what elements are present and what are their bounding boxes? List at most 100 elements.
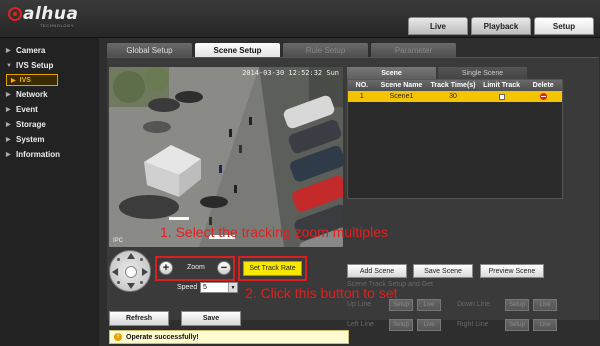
table-header: NO. Scene Name Track Time(s) Limit Track… — [348, 80, 562, 91]
sidebar-item-ivs-setup[interactable]: ▼ IVS Setup — [0, 58, 99, 73]
left-line-live-button[interactable]: Live — [417, 319, 441, 331]
left-line-setup-button[interactable]: Setup — [389, 319, 413, 331]
column-header: Scene Name — [380, 82, 423, 89]
arrow-up-left-icon[interactable] — [117, 258, 120, 261]
sidebar-item-storage[interactable]: ▶ Storage — [0, 117, 99, 132]
info-icon: ! — [114, 333, 122, 341]
video-camera-label: IPC — [113, 238, 124, 244]
sidebar-item-event[interactable]: ▶ Event — [0, 102, 99, 117]
right-line-live-button[interactable]: Live — [533, 319, 557, 331]
camera-scene-image — [109, 67, 343, 247]
cell-no: 1 — [359, 93, 364, 100]
status-text: Operate successfully! — [126, 333, 199, 341]
app-header: alhua TECHNOLOGY Live Playback Setup — [0, 0, 600, 38]
tab-playback[interactable]: Playback — [471, 17, 531, 35]
tab-rule-setup[interactable]: Rule Setup — [283, 43, 368, 57]
top-nav: Live Playback Setup — [408, 17, 594, 35]
right-line-label: Right Line — [457, 321, 489, 328]
scene-setup-panel: 2014-03-30 12:52:32 Sun IPC + Zoom − Set… — [107, 57, 599, 331]
tab-setup[interactable]: Setup — [534, 17, 594, 35]
sidebar-item-ivs[interactable]: ▶ IVS — [6, 74, 58, 86]
brand-tagline: TECHNOLOGY — [40, 23, 75, 28]
chevron-right-icon: ▶ — [6, 122, 11, 128]
zoom-label: Zoom — [187, 264, 205, 271]
down-line-live-button[interactable]: Live — [533, 299, 557, 311]
column-header: NO. — [355, 82, 369, 89]
arrow-down-icon[interactable] — [127, 283, 135, 289]
chevron-down-icon: ▼ — [6, 62, 12, 69]
chevron-right-icon: ▶ — [11, 77, 16, 84]
refresh-button[interactable]: Refresh — [109, 311, 169, 326]
preview-scene-button[interactable]: Preview Scene — [480, 264, 544, 278]
chevron-right-icon: ▶ — [6, 48, 11, 54]
up-line-label: Up Line — [347, 301, 372, 308]
zoom-in-button[interactable]: + — [159, 261, 173, 275]
add-scene-button[interactable]: Add Scene — [347, 264, 407, 278]
tab-parameter[interactable]: Parameter — [371, 43, 456, 57]
sidebar-item-label: IVS Setup — [16, 61, 54, 70]
down-line-setup-button[interactable]: Setup — [505, 299, 529, 311]
scene-tabs: Scene Single Scene — [347, 67, 527, 79]
footer-actions: Refresh Save — [109, 311, 241, 326]
arrow-up-right-icon[interactable] — [140, 258, 143, 261]
sidebar: ▶ Camera ▼ IVS Setup ▶ IVS ▶ Network ▶ Event … — [0, 38, 99, 346]
annotation-step-1: 1. Select the tracking zoom multiples — [160, 224, 388, 240]
tab-live[interactable]: Live — [408, 17, 468, 35]
video-timestamp: 2014-03-30 12:52:32 Sun — [242, 69, 339, 77]
save-scene-button[interactable]: Save Scene — [413, 264, 473, 278]
cell-limit-track — [479, 91, 525, 102]
sidebar-item-label: Storage — [16, 120, 46, 129]
chevron-right-icon: ▶ — [6, 92, 11, 98]
ptz-center-button[interactable] — [125, 266, 137, 278]
arrow-down-right-icon[interactable] — [140, 281, 143, 284]
column-header: Track Time(s) — [430, 82, 476, 89]
sidebar-item-information[interactable]: ▶ Information — [0, 147, 99, 162]
delete-icon[interactable] — [539, 93, 547, 100]
status-message: ! Operate successfully! — [109, 330, 349, 344]
tab-global-setup[interactable]: Global Setup — [107, 43, 192, 57]
sidebar-item-label: Information — [16, 150, 60, 159]
chevron-right-icon: ▶ — [6, 137, 11, 143]
arrow-left-icon[interactable] — [112, 268, 118, 276]
right-line-setup-button[interactable]: Setup — [505, 319, 529, 331]
sidebar-item-camera[interactable]: ▶ Camera — [0, 43, 99, 58]
cell-scene-name: Scene1 — [389, 93, 414, 100]
tab-single-scene[interactable]: Single Scene — [438, 67, 527, 79]
annotation-step-2: 2. Click this button to set — [245, 285, 398, 301]
limit-track-checkbox[interactable] — [498, 93, 505, 100]
arrow-down-left-icon[interactable] — [117, 281, 120, 284]
speed-label: Speed — [177, 284, 198, 291]
set-track-rate-button[interactable]: Set Track Rate — [243, 261, 302, 276]
scene-table: NO. Scene Name Track Time(s) Limit Track… — [347, 79, 563, 199]
table-row[interactable]: 1 Scene1 30 — [348, 91, 562, 102]
sidebar-item-label: Event — [16, 105, 38, 114]
arrow-up-icon[interactable] — [127, 253, 135, 259]
cell-delete — [524, 91, 562, 102]
sidebar-item-label: Network — [16, 90, 48, 99]
chevron-right-icon: ▶ — [6, 107, 11, 113]
speed-value: 5 — [203, 284, 207, 291]
save-button[interactable]: Save — [181, 311, 241, 326]
arrow-right-icon[interactable] — [142, 268, 148, 276]
down-line-label: Down Line — [457, 301, 491, 308]
tab-scene-setup[interactable]: Scene Setup — [195, 43, 280, 57]
brand-logo: alhua — [8, 4, 78, 24]
chevron-down-icon: ▼ — [228, 283, 237, 292]
left-line-label: Left Line — [347, 321, 374, 328]
sidebar-item-label: System — [16, 135, 45, 144]
up-line-live-button[interactable]: Live — [417, 299, 441, 311]
tab-scene[interactable]: Scene — [347, 67, 436, 79]
cell-track-time[interactable]: 30 — [427, 91, 479, 102]
column-header: Limit Track — [483, 82, 521, 89]
sidebar-item-system[interactable]: ▶ System — [0, 132, 99, 147]
zoom-out-button[interactable]: − — [217, 261, 231, 275]
brand-name: alhua — [23, 4, 79, 24]
ptz-direction-pad[interactable] — [109, 250, 151, 292]
video-preview[interactable]: 2014-03-30 12:52:32 Sun IPC — [109, 67, 343, 247]
sidebar-item-network[interactable]: ▶ Network — [0, 87, 99, 102]
sub-tabs: Global Setup Scene Setup Rule Setup Para… — [107, 43, 456, 57]
sidebar-item-label: Camera — [16, 46, 46, 55]
speed-select[interactable]: 5 ▼ — [200, 282, 238, 293]
logo-mark-icon — [8, 7, 22, 21]
sidebar-item-label: IVS — [19, 76, 31, 84]
